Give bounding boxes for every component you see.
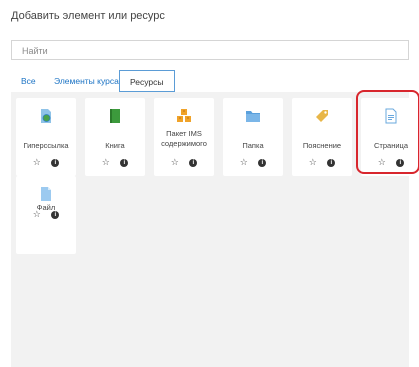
star-icon[interactable]: ☆	[33, 157, 41, 168]
resource-card-file[interactable]: Файл ☆ i	[16, 176, 76, 254]
info-icon[interactable]: i	[189, 158, 198, 167]
resource-card-ims[interactable]: Пакет IMS содержимого ☆ i	[154, 98, 214, 176]
star-icon[interactable]: ☆	[102, 157, 110, 168]
tab-activities[interactable]: Элементы курса	[54, 70, 119, 92]
star-icon[interactable]: ☆	[33, 209, 41, 220]
ims-package-icon	[177, 109, 191, 122]
dialog-title: Добавить элемент или ресурс	[11, 10, 165, 22]
label-tag-icon	[316, 110, 328, 122]
resource-label: Пояснение	[302, 141, 342, 150]
info-icon[interactable]: i	[120, 158, 129, 167]
star-icon[interactable]: ☆	[240, 157, 248, 168]
folder-icon	[246, 111, 260, 122]
search-box[interactable]	[11, 40, 418, 60]
tab-resources[interactable]: Ресурсы	[119, 70, 175, 92]
resource-card-folder[interactable]: Папка ☆ i	[223, 98, 283, 176]
resource-label: Пакет IMS содержимого	[161, 129, 207, 148]
tab-all[interactable]: Все	[21, 70, 36, 92]
info-icon[interactable]: i	[51, 210, 60, 219]
resource-label: Папка	[242, 141, 264, 150]
resource-card-label[interactable]: Пояснение ☆ i	[292, 98, 352, 176]
tab-bar: Все Элементы курса Ресурсы	[11, 70, 409, 92]
resources-panel: Гиперссылка ☆ i Книга ☆ i Пакет IMS соде…	[11, 92, 419, 367]
resource-label: Книга	[105, 141, 125, 150]
info-icon[interactable]: i	[51, 158, 60, 167]
resource-card-url[interactable]: Гиперссылка ☆ i	[16, 98, 76, 176]
resource-label: Гиперссылка	[23, 141, 69, 150]
highlight-outline	[356, 90, 419, 174]
info-icon[interactable]: i	[258, 158, 267, 167]
info-icon[interactable]: i	[327, 158, 336, 167]
resource-card-book[interactable]: Книга ☆ i	[85, 98, 145, 176]
file-icon	[41, 187, 51, 201]
search-input[interactable]	[12, 42, 418, 60]
url-globe-icon	[41, 109, 51, 123]
star-icon[interactable]: ☆	[309, 157, 317, 168]
book-icon	[110, 109, 120, 123]
star-icon[interactable]: ☆	[171, 157, 179, 168]
